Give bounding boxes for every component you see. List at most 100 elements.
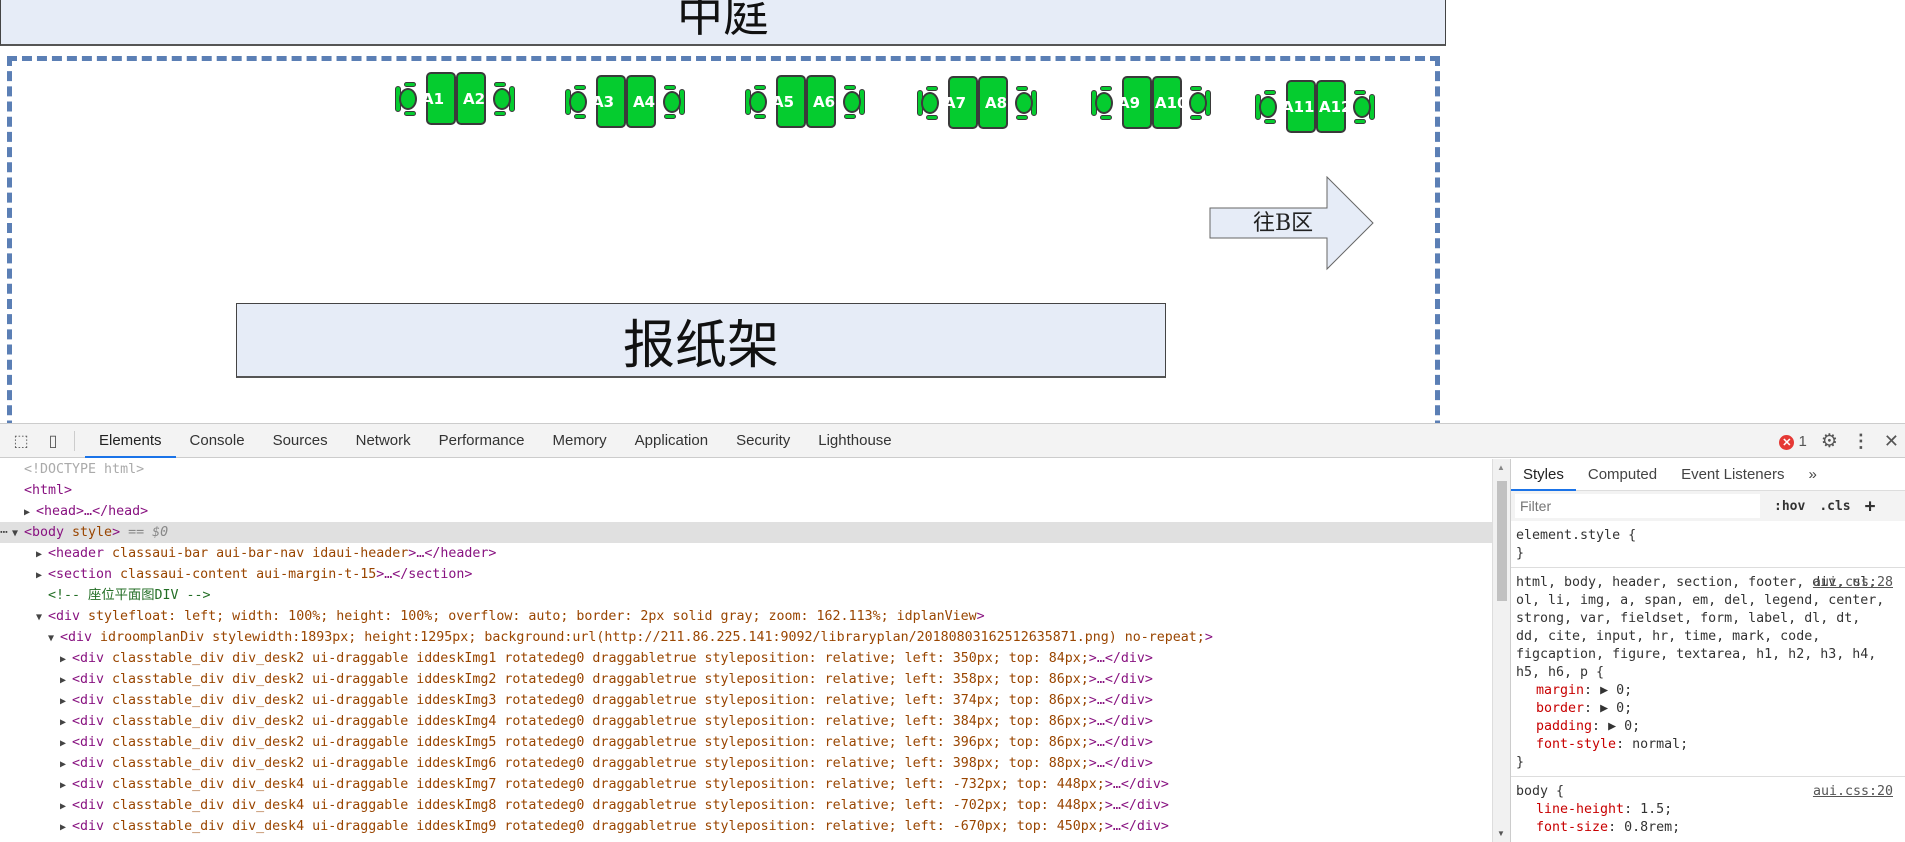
more-tabs-icon[interactable]: » bbox=[1796, 459, 1828, 491]
css-property[interactable]: font-style: normal; bbox=[1516, 736, 1905, 754]
seat-label[interactable]: A8 bbox=[985, 94, 1007, 112]
dom-node[interactable]: ▼ <div stylefloat: left; width: 100%; hei… bbox=[0, 606, 1492, 627]
property-name: margin bbox=[1536, 683, 1585, 698]
seat-label[interactable]: A7 bbox=[944, 94, 966, 112]
scroll-down-icon[interactable]: ▼ bbox=[1497, 829, 1505, 838]
expand-toggle-icon[interactable]: ▶ bbox=[60, 712, 72, 733]
dom-node[interactable]: ⋯ ▼ <body style> == $0 bbox=[0, 522, 1492, 543]
newspaper-rack: 报纸架 bbox=[236, 303, 1166, 378]
hov-button[interactable]: :hov bbox=[1774, 499, 1805, 514]
expand-toggle-icon[interactable]: ▼ bbox=[48, 628, 60, 649]
seat-label[interactable]: A2 bbox=[463, 90, 485, 108]
expand-toggle-icon[interactable]: ▶ bbox=[60, 775, 72, 796]
more-options-icon[interactable]: ⋮ bbox=[1852, 431, 1870, 452]
dom-node[interactable]: ▶ <header classaui-bar aui-bar-nav idaui-… bbox=[0, 543, 1492, 564]
seat-label[interactable]: A12 bbox=[1319, 98, 1351, 116]
dom-node[interactable]: ▶ <div classtable_div div_desk4 ui-dragga… bbox=[0, 774, 1492, 795]
rule-source-link[interactable]: aui.css:28 bbox=[1813, 574, 1893, 592]
expand-toggle-icon[interactable]: ▶ bbox=[60, 670, 72, 691]
chair-icon bbox=[489, 82, 515, 116]
dom-node-text: <body style> == $0 bbox=[24, 525, 169, 540]
desk-group: A11 A12 bbox=[1255, 80, 1377, 135]
seat-label[interactable]: A11 bbox=[1282, 98, 1314, 116]
expand-toggle-icon[interactable]: ▼ bbox=[12, 523, 24, 544]
seat-label[interactable]: A9 bbox=[1118, 94, 1140, 112]
dom-node[interactable]: <!DOCTYPE html> bbox=[0, 459, 1492, 480]
expand-toggle-icon[interactable]: ▶ bbox=[60, 796, 72, 817]
seat-label[interactable]: A1 bbox=[422, 90, 444, 108]
css-property[interactable]: line-height: 1.5; bbox=[1516, 801, 1905, 819]
dom-node[interactable]: ▶ <div classtable_div div_desk2 ui-dragga… bbox=[0, 690, 1492, 711]
dom-node[interactable]: ▶ <div classtable_div div_desk2 ui-dragga… bbox=[0, 669, 1492, 690]
inspect-element-icon[interactable]: ⬚ bbox=[10, 430, 32, 452]
scroll-up-icon[interactable]: ▲ bbox=[1497, 463, 1505, 472]
expand-toggle-icon[interactable]: ▶ bbox=[36, 544, 48, 565]
settings-gear-icon[interactable]: ⚙ bbox=[1821, 430, 1838, 453]
dom-node-text: <div classtable_div div_desk2 ui-draggab… bbox=[72, 756, 1153, 771]
dom-node[interactable]: <html> bbox=[0, 480, 1492, 501]
expand-toggle-icon[interactable]: ▼ bbox=[36, 607, 48, 628]
expand-toggle-icon[interactable]: ▶ bbox=[60, 691, 72, 712]
element-style-selector[interactable]: element.style { bbox=[1516, 527, 1905, 545]
expand-toggle-icon[interactable]: ▶ bbox=[60, 754, 72, 775]
error-icon: ✕ bbox=[1779, 434, 1795, 450]
node-actions-icon[interactable]: ⋯ bbox=[0, 522, 8, 543]
dom-node[interactable]: ▶ <div classtable_div div_desk2 ui-dragga… bbox=[0, 732, 1492, 753]
devtools-panel: ⬚ ▯ Elements Console Sources Network Perform… bbox=[0, 423, 1905, 842]
dom-node[interactable]: ▶ <section classaui-content aui-margin-t-… bbox=[0, 564, 1492, 585]
dom-node[interactable]: ▼ <div idroomplanDiv stylewidth:1893px; h… bbox=[0, 627, 1492, 648]
dom-node-text: <div classtable_div div_desk2 ui-draggab… bbox=[72, 672, 1153, 687]
expand-toggle-icon[interactable]: ▶ bbox=[60, 817, 72, 838]
tab-sources[interactable]: Sources bbox=[259, 424, 342, 458]
seat-label[interactable]: A5 bbox=[772, 93, 794, 111]
tab-event-listeners[interactable]: Event Listeners bbox=[1669, 459, 1796, 491]
dom-node[interactable]: ▶ <div classtable_div div_desk2 ui-dragga… bbox=[0, 753, 1492, 774]
tab-application[interactable]: Application bbox=[621, 424, 722, 458]
tab-computed[interactable]: Computed bbox=[1576, 459, 1669, 491]
css-property[interactable]: border: ▶ 0; bbox=[1516, 700, 1905, 718]
chair-icon bbox=[1255, 90, 1281, 124]
expand-toggle-icon[interactable]: ▶ bbox=[60, 649, 72, 670]
rule-source-link[interactable]: aui.css:20 bbox=[1813, 783, 1893, 801]
tab-security[interactable]: Security bbox=[722, 424, 804, 458]
styles-filter-input[interactable] bbox=[1515, 494, 1760, 518]
dom-node[interactable]: <!-- 座位平面图DIV --> bbox=[0, 585, 1492, 606]
dom-node-text: <div classtable_div div_desk4 ui-draggab… bbox=[72, 777, 1169, 792]
expand-toggle-icon[interactable]: ▶ bbox=[36, 565, 48, 586]
seat-label[interactable]: A10 bbox=[1155, 94, 1187, 112]
seat-label[interactable]: A4 bbox=[633, 93, 655, 111]
close-devtools-icon[interactable]: ✕ bbox=[1884, 431, 1899, 452]
chair-icon bbox=[659, 85, 685, 119]
tab-console[interactable]: Console bbox=[176, 424, 259, 458]
dom-node[interactable]: ▶ <div classtable_div div_desk4 ui-dragga… bbox=[0, 816, 1492, 837]
closing-brace: } bbox=[1516, 546, 1525, 561]
tab-network[interactable]: Network bbox=[342, 424, 425, 458]
css-property[interactable]: margin: ▶ 0; bbox=[1516, 682, 1905, 700]
scrollbar-thumb[interactable] bbox=[1497, 481, 1507, 601]
css-property[interactable]: padding: ▶ 0; bbox=[1516, 718, 1905, 736]
tab-lighthouse[interactable]: Lighthouse bbox=[804, 424, 905, 458]
seat-label[interactable]: A6 bbox=[813, 93, 835, 111]
dom-node[interactable]: ▶ <div classtable_div div_desk2 ui-dragga… bbox=[0, 711, 1492, 732]
property-name: line-height bbox=[1536, 802, 1625, 817]
elements-scrollbar[interactable]: ▲ ▼ bbox=[1492, 459, 1510, 842]
device-toolbar-icon[interactable]: ▯ bbox=[42, 430, 64, 452]
seat-label[interactable]: A3 bbox=[592, 93, 614, 111]
expand-toggle-icon[interactable]: ▶ bbox=[24, 502, 36, 523]
tab-performance[interactable]: Performance bbox=[425, 424, 539, 458]
css-rule-body: aui.css:20 body { line-height: 1.5; font-… bbox=[1511, 777, 1905, 841]
dom-node[interactable]: ▶ <div classtable_div div_desk4 ui-dragga… bbox=[0, 795, 1492, 816]
desk-group: A1 A2 bbox=[395, 72, 517, 127]
tab-memory[interactable]: Memory bbox=[539, 424, 621, 458]
expand-toggle-icon[interactable]: ▶ bbox=[60, 733, 72, 754]
dom-node[interactable]: ▶ <head>…</head> bbox=[0, 501, 1492, 522]
filter-row: :hov .cls + bbox=[1511, 491, 1905, 521]
tab-elements[interactable]: Elements bbox=[85, 424, 176, 458]
dom-node-text: <div classtable_div div_desk2 ui-draggab… bbox=[72, 693, 1153, 708]
css-property[interactable]: font-size: 0.8rem; bbox=[1516, 819, 1905, 837]
tab-styles[interactable]: Styles bbox=[1511, 459, 1576, 491]
error-indicator[interactable]: ✕ 1 bbox=[1779, 433, 1807, 450]
cls-button[interactable]: .cls bbox=[1819, 499, 1850, 514]
new-style-rule-button[interactable]: + bbox=[1865, 496, 1876, 517]
dom-node[interactable]: ▶ <div classtable_div div_desk2 ui-dragga… bbox=[0, 648, 1492, 669]
